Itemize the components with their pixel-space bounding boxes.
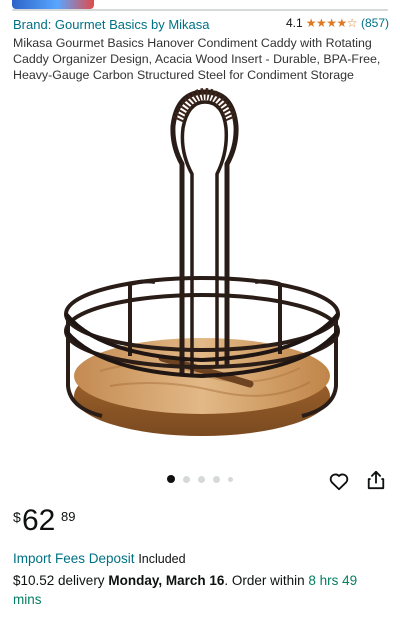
star-rating-icon: ★★★★☆: [305, 16, 358, 30]
heart-icon[interactable]: [328, 470, 350, 492]
delivery-date: Monday, March 16: [108, 573, 225, 588]
carousel-dot-3[interactable]: [198, 475, 205, 483]
price-fraction: 89: [61, 509, 76, 524]
brand-link[interactable]: Brand: Gourmet Basics by Mikasa: [13, 17, 210, 32]
order-within-text: . Order within: [224, 573, 305, 588]
image-carousel-indicator[interactable]: [167, 475, 233, 483]
rating-value: 4.1: [286, 16, 303, 30]
rating-count[interactable]: (857): [361, 16, 389, 30]
import-fees-link[interactable]: Import Fees Deposit: [13, 551, 135, 566]
delivery-price: $10.52 delivery: [13, 573, 105, 588]
delivery-info: $10.52 delivery Monday, March 16. Order …: [13, 571, 383, 609]
section-divider: [12, 9, 388, 11]
share-icon[interactable]: [366, 469, 386, 491]
carousel-dot-2[interactable]: [183, 475, 190, 483]
product-title: Mikasa Gourmet Basics Hanover Condiment …: [13, 36, 381, 83]
import-fees-row: Import Fees Deposit Included: [13, 551, 186, 566]
sponsored-thumbnail[interactable]: [12, 0, 94, 9]
condiment-caddy-image[interactable]: [40, 86, 360, 446]
brand-row: Brand: Gourmet Basics by Mikasa 4.1 ★★★★…: [13, 16, 389, 34]
carousel-dot-1[interactable]: [167, 475, 175, 483]
import-fees-status: Included: [138, 552, 186, 566]
carousel-dot-5[interactable]: [228, 476, 233, 482]
price-whole: 62: [22, 504, 56, 537]
price-currency: $: [13, 509, 21, 525]
carousel-dot-4[interactable]: [213, 475, 220, 483]
rating-summary[interactable]: 4.1 ★★★★☆ (857): [286, 16, 389, 30]
previous-section-strip: [0, 0, 400, 12]
